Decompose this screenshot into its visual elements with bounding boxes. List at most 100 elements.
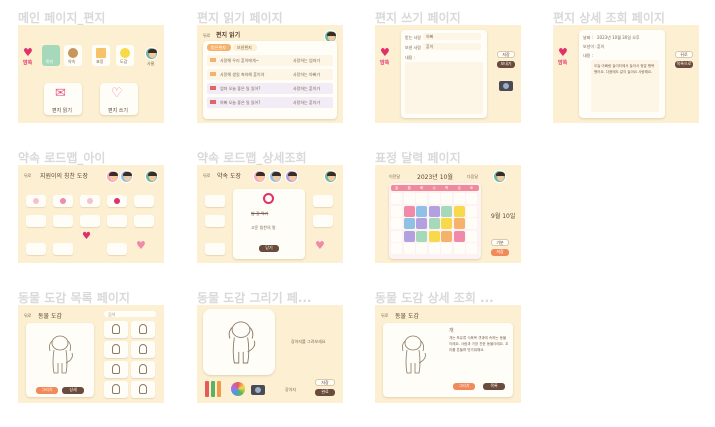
save-button[interactable]: 저장 [315, 379, 335, 386]
dex-entry[interactable] [104, 321, 128, 338]
calendar-day[interactable] [441, 243, 452, 254]
dex-entry[interactable] [131, 361, 155, 378]
color-wheel-icon[interactable] [231, 382, 245, 396]
stamp-slot[interactable] [26, 243, 46, 255]
stamp-slot[interactable] [53, 215, 73, 227]
letter-row[interactable]: 아빠 오늘 좋은 일 있어? 사랑하는 훈이가 [207, 97, 333, 108]
dex-entry[interactable] [104, 361, 128, 378]
list-button[interactable]: 목록 [483, 383, 505, 390]
stamp-slot[interactable] [53, 195, 73, 207]
back-button[interactable]: 뒤로 [24, 173, 31, 179]
calendar-day[interactable] [453, 193, 465, 204]
write-letter-button[interactable]: ♡ 편지 쓰기 [100, 83, 138, 115]
calendar-day[interactable] [428, 230, 440, 242]
calendar-day[interactable] [416, 230, 427, 242]
calendar-day[interactable] [403, 230, 415, 242]
dex-entry[interactable] [131, 341, 155, 358]
calendar-day[interactable] [428, 193, 440, 204]
list-button[interactable]: 목록으로 [675, 61, 693, 68]
calendar-day[interactable] [466, 243, 477, 254]
menu-item-promise[interactable]: 약속 [64, 45, 82, 66]
calendar-day[interactable] [453, 205, 465, 217]
back-button[interactable]: 뒤로 [381, 313, 388, 319]
stamp-slot[interactable] [26, 195, 46, 207]
pencil-red-icon[interactable] [205, 381, 209, 397]
calendar-day[interactable] [428, 218, 440, 229]
calendar-day[interactable] [441, 205, 452, 217]
calendar-day[interactable] [441, 218, 452, 229]
draw-button[interactable]: 그리기 [453, 383, 475, 390]
calendar-day[interactable] [453, 230, 465, 242]
stamp-slot[interactable] [107, 243, 127, 255]
calendar-day[interactable] [416, 193, 427, 204]
calendar-day[interactable] [428, 243, 440, 254]
calendar-day[interactable] [441, 193, 452, 204]
calendar-day[interactable] [391, 243, 402, 254]
back-button[interactable]: 뒤로 [203, 33, 210, 39]
letter-row[interactable]: 사랑해 생일 축하해 훈이야 사랑하는 아빠가 [207, 69, 333, 80]
pencil-green-icon[interactable] [211, 381, 215, 397]
stamp-slot[interactable] [80, 195, 100, 207]
calendar-day[interactable] [403, 218, 415, 229]
calendar-day[interactable] [441, 230, 452, 242]
body-textarea[interactable] [405, 62, 483, 114]
calendar-day[interactable] [416, 205, 427, 217]
read-letter-button[interactable]: ✉ 편지 읽기 [44, 83, 82, 115]
stamp-slot[interactable] [134, 195, 154, 207]
drawing-canvas[interactable] [203, 309, 275, 375]
calendar-day[interactable] [403, 205, 415, 217]
next-month-button[interactable]: 다음달 [467, 174, 478, 180]
calendar-day[interactable] [391, 230, 402, 242]
letter-row[interactable]: 사랑해 우리 훈이에게~ 사랑하는 엄마가 [207, 55, 333, 66]
done-button[interactable]: 완료 [315, 389, 335, 396]
calendar-day[interactable] [466, 193, 477, 204]
tab-sent[interactable]: 보낸편지 [233, 44, 257, 51]
draw-button[interactable]: 그리기 [36, 387, 58, 394]
pencil-orange-icon[interactable] [217, 381, 221, 397]
stamp-slot[interactable] [134, 215, 154, 227]
calendar-day[interactable] [403, 193, 415, 204]
letter-row[interactable]: 엄마 오늘 좋은 일 있어? 사랑하는 훈이가 [207, 83, 333, 94]
to-input[interactable]: 아빠 [423, 33, 481, 40]
camera-icon[interactable] [251, 385, 265, 395]
avatar[interactable] [145, 47, 158, 60]
calendar-day[interactable] [391, 205, 402, 217]
menu-item-dex[interactable]: 도감 [116, 45, 134, 66]
back-button[interactable]: 뒤로 [675, 51, 693, 58]
prev-month-button[interactable]: 이전달 [389, 174, 400, 180]
mood-button[interactable]: 기분 [491, 239, 509, 246]
camera-icon[interactable] [499, 81, 513, 91]
search-input[interactable]: 검색 [104, 311, 156, 317]
calendar-day[interactable] [391, 193, 402, 204]
save-button[interactable]: 저장 [497, 51, 515, 58]
stamp-slot[interactable] [26, 215, 46, 227]
dex-entry[interactable] [131, 321, 155, 338]
calendar-day[interactable] [428, 205, 440, 217]
calendar-day[interactable] [391, 218, 402, 229]
calendar-day[interactable] [416, 243, 427, 254]
avatar[interactable] [324, 170, 337, 183]
dex-entry[interactable] [104, 381, 128, 398]
calendar-day[interactable] [453, 243, 465, 254]
menu-item-letter[interactable]: 편지 [42, 45, 60, 66]
calendar-day[interactable] [466, 218, 477, 229]
close-button[interactable]: 닫기 [259, 245, 279, 252]
calendar-day[interactable] [466, 205, 477, 217]
send-button[interactable]: 보내기 [497, 61, 515, 68]
dex-entry[interactable] [131, 381, 155, 398]
back-button[interactable]: 뒤로 [203, 173, 210, 179]
back-button[interactable]: 뒤로 [24, 313, 31, 319]
save-button[interactable]: 저장 [491, 249, 509, 256]
stamp-slot[interactable] [107, 215, 127, 227]
avatar[interactable] [493, 170, 506, 183]
calendar-day[interactable] [466, 230, 477, 242]
menu-item-face[interactable]: 표정 [92, 45, 110, 66]
calendar-day[interactable] [453, 218, 465, 229]
stamp-slot[interactable] [107, 195, 127, 207]
stamp-slot[interactable] [53, 243, 73, 255]
detail-button[interactable]: 상세 [62, 387, 84, 394]
avatar[interactable] [145, 170, 158, 183]
tab-received[interactable]: 받은편지 [207, 44, 231, 51]
calendar-day[interactable] [416, 218, 427, 229]
dex-entry[interactable] [104, 341, 128, 358]
